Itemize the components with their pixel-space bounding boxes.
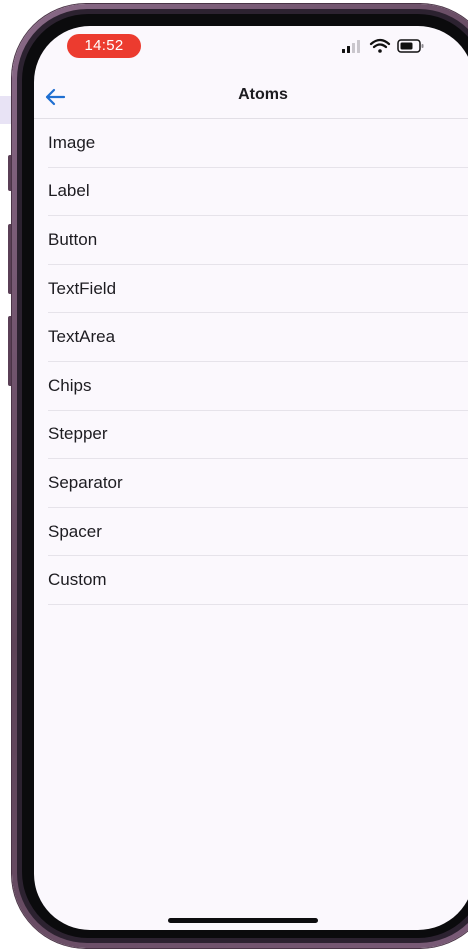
list-item-label: Spacer <box>48 521 102 541</box>
atoms-list: Image Label Button TextField TextArea Ch… <box>48 119 468 605</box>
list-item-textarea[interactable]: TextArea <box>48 313 468 362</box>
list-item-label: Image <box>48 132 96 152</box>
list-item-custom[interactable]: Custom <box>48 556 468 605</box>
device-stage: 14:52 Atoms Image Label Button TextField… <box>0 0 468 951</box>
list-item-label: Custom <box>48 570 107 590</box>
list-item-stepper[interactable]: Stepper <box>48 411 468 460</box>
navigation-bar: Atoms <box>34 76 468 119</box>
status-icons <box>342 38 424 53</box>
wifi-icon <box>369 38 391 53</box>
list-item-chips[interactable]: Chips <box>48 362 468 411</box>
page-title: Atoms <box>238 86 288 103</box>
list-item-label: TextArea <box>48 327 116 347</box>
list-item-label[interactable]: Label <box>48 168 468 217</box>
status-time: 14:52 <box>67 34 141 58</box>
list-item-image[interactable]: Image <box>48 119 468 168</box>
battery-icon <box>397 39 424 53</box>
phone-screen: 14:52 Atoms Image Label Button TextField… <box>34 26 468 930</box>
list-item-spacer[interactable]: Spacer <box>48 508 468 557</box>
list-item-separator[interactable]: Separator <box>48 459 468 508</box>
list-item-label: Button <box>48 229 98 249</box>
list-item-label: TextField <box>48 278 117 298</box>
list-item-label: Label <box>48 181 90 201</box>
list-item-button[interactable]: Button <box>48 216 468 265</box>
list-item-textfield[interactable]: TextField <box>48 265 468 314</box>
list-item-label: Stepper <box>48 424 108 444</box>
home-indicator[interactable] <box>168 918 318 923</box>
list-item-label: Separator <box>48 472 123 492</box>
signal-icon <box>342 40 360 53</box>
list-item-label: Chips <box>48 375 92 395</box>
status-bar: 14:52 <box>34 26 468 72</box>
